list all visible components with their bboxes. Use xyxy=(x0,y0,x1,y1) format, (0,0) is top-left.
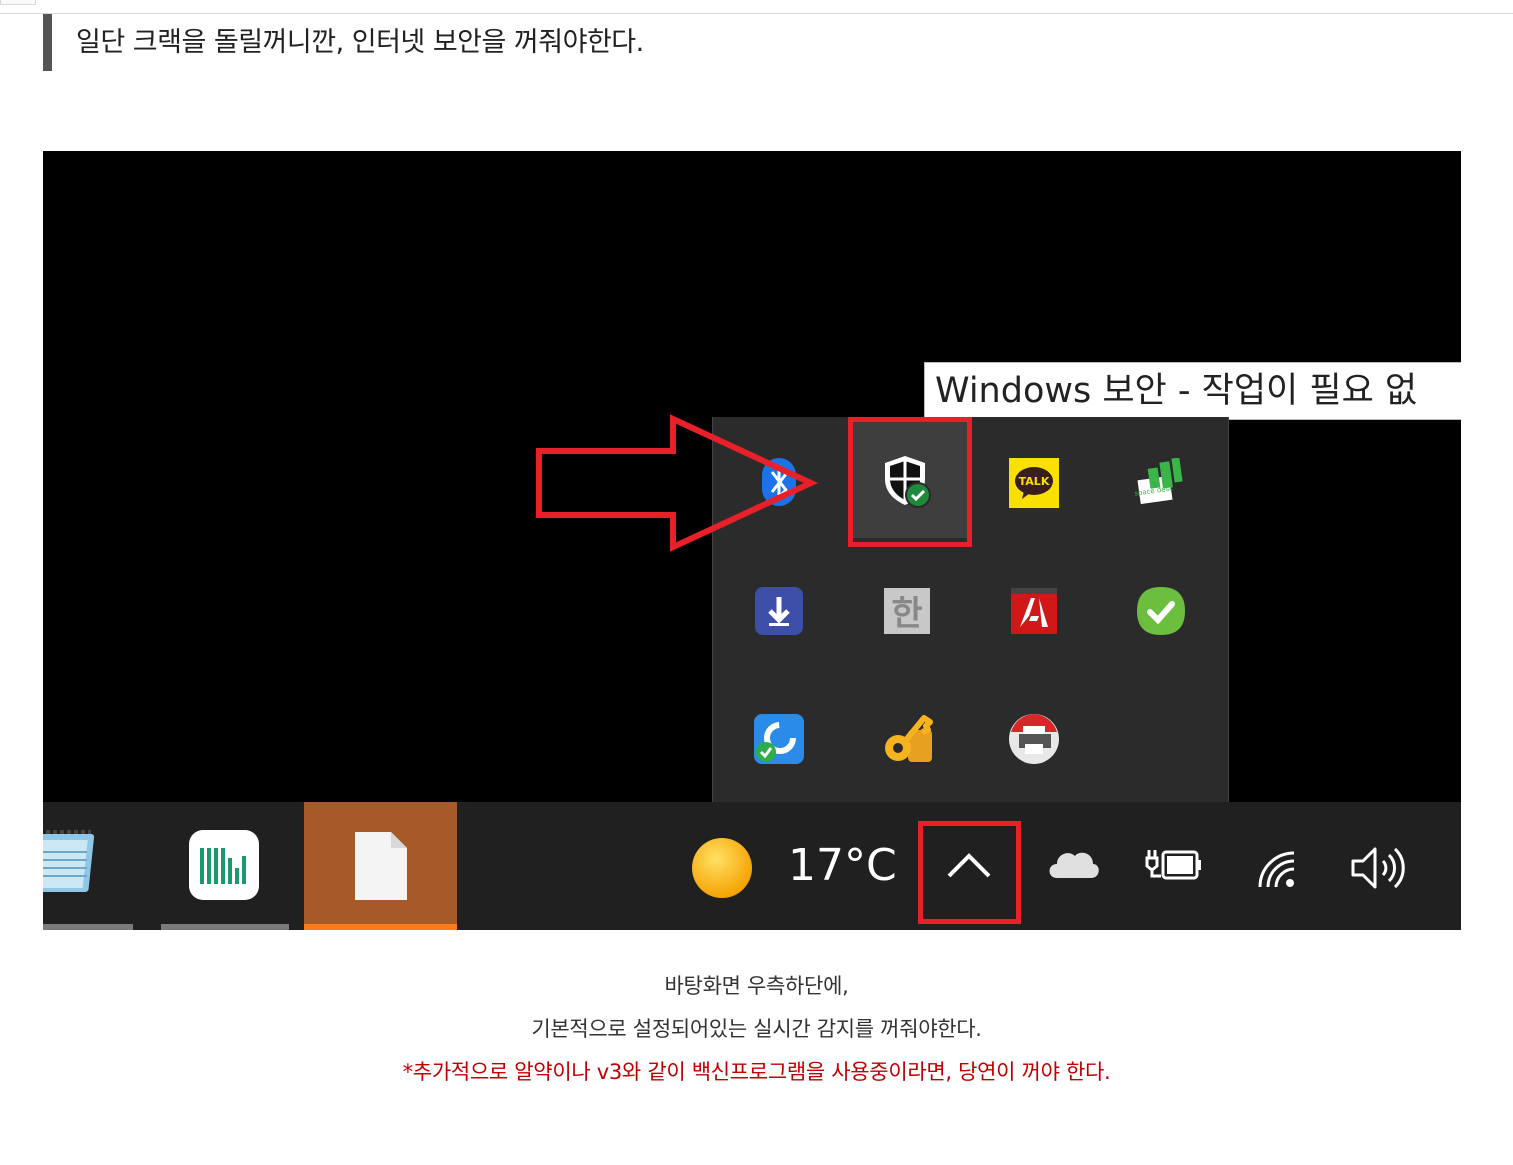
blockquote-text: 일단 크랙을 돌릴꺼니깐, 인터넷 보안을 꺼줘야한다. xyxy=(76,27,644,58)
blockquote-bar xyxy=(43,14,52,71)
security-tooltip: Windows 보안 - 작업이 필요 없 xyxy=(924,362,1461,420)
hangul-ime-icon[interactable]: 한 xyxy=(879,583,935,639)
app-indicator xyxy=(161,924,289,930)
temperature-label[interactable]: 17°C xyxy=(788,840,897,891)
onedrive-icon[interactable] xyxy=(1043,842,1103,882)
kakaotalk-icon[interactable]: TALK xyxy=(1006,455,1062,511)
caption-line-2: 기본적으로 설정되어있는 실시간 감지를 꺼줘야한다. xyxy=(531,1017,982,1041)
screenshot-image: Windows 보안 - 작업이 필요 없 TALK space desk 한 … xyxy=(43,151,1461,930)
notepad-indicator xyxy=(43,924,133,930)
caption-line-3-warning: *추가적으로 알약이나 v3와 같이 백신프로그램을 사용중이라면, 당연이 꺼… xyxy=(402,1060,1111,1084)
battery-charging-icon[interactable] xyxy=(1145,844,1205,884)
keys-icon[interactable] xyxy=(879,711,935,767)
top-divider xyxy=(0,13,1513,14)
file-taskbar-button[interactable] xyxy=(304,802,457,930)
weather-sun-icon[interactable] xyxy=(690,836,754,900)
spacedesk-icon[interactable]: space desk xyxy=(1133,455,1189,511)
hangul-char: 한 xyxy=(891,594,922,634)
printer-icon[interactable] xyxy=(1006,711,1062,767)
chevron-highlight xyxy=(918,821,1021,924)
volume-icon[interactable] xyxy=(1349,840,1409,896)
kakaotalk-label: TALK xyxy=(1019,475,1050,488)
app-icon-bars[interactable] xyxy=(187,828,261,902)
red-arrow-annotation xyxy=(536,414,819,552)
green-check-icon[interactable] xyxy=(1133,583,1189,639)
file-active-indicator xyxy=(304,924,457,930)
page-corner xyxy=(0,0,36,5)
sync-icon[interactable] xyxy=(751,711,807,767)
wifi-icon[interactable] xyxy=(1251,844,1301,894)
adobe-icon[interactable] xyxy=(1006,583,1062,639)
taskbar: 17°C xyxy=(43,802,1461,930)
security-icon-highlight xyxy=(848,417,972,547)
notepad-icon[interactable] xyxy=(43,828,103,898)
file-icon xyxy=(355,832,407,900)
download-icon[interactable] xyxy=(751,583,807,639)
caption-line-1: 바탕화면 우측하단에, xyxy=(664,974,849,998)
